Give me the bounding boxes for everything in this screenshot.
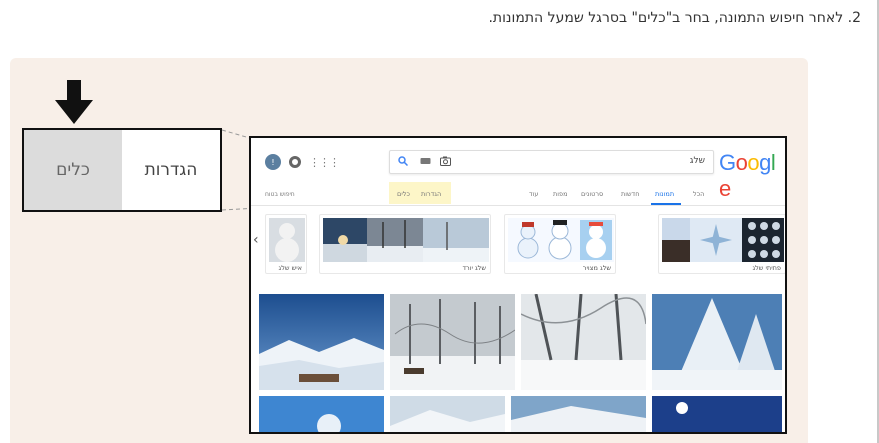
- apps-grid-icon[interactable]: ⋮⋮⋮: [309, 156, 340, 169]
- snowy-trees-image[interactable]: [521, 294, 646, 390]
- notifications-icon[interactable]: [289, 156, 301, 168]
- related-search-card[interactable]: פתיתי שלג: [658, 214, 785, 274]
- search-icon[interactable]: [398, 156, 408, 166]
- logo-letter: o: [735, 150, 748, 175]
- snowflakes-thumbnail: [662, 218, 784, 262]
- settings-button-zoomed[interactable]: הגדרות: [122, 130, 220, 210]
- related-label: איש שלג: [278, 264, 302, 272]
- active-tab-underline: [651, 203, 681, 205]
- down-arrow-icon: [55, 80, 93, 124]
- logo-letter: l: [770, 150, 776, 175]
- tab-videos[interactable]: סרטונים: [581, 190, 603, 198]
- tab-settings[interactable]: הגדרות: [421, 190, 441, 198]
- search-input[interactable]: שלג: [389, 150, 714, 174]
- tab-tools[interactable]: כלים: [397, 190, 410, 198]
- account-icons: ! ⋮⋮⋮: [265, 154, 340, 170]
- tab-more[interactable]: עוד: [529, 190, 538, 198]
- logo-letter: g: [759, 150, 771, 175]
- related-search-card[interactable]: שלג יורד: [319, 214, 491, 274]
- tab-all[interactable]: הכל: [693, 190, 704, 198]
- tab-images[interactable]: תמונות: [655, 190, 674, 198]
- snowy-hills-image[interactable]: [390, 396, 505, 434]
- logo-letter: G: [719, 150, 736, 175]
- safe-search-label[interactable]: חיפוש בטוח: [265, 191, 295, 198]
- sky-snow-image[interactable]: [259, 396, 384, 434]
- keyboard-icon[interactable]: [420, 156, 431, 166]
- cartoon-snowman-thumbnail: [508, 218, 614, 262]
- tab-news[interactable]: חדשות: [621, 190, 639, 198]
- camera-icon[interactable]: [440, 156, 451, 166]
- instruction-text: 2. לאחר חיפוש התמונה, בחר ב"כלים" בסרגל …: [488, 10, 861, 26]
- falling-snow-thumbnail: [323, 218, 489, 262]
- search-query-text: שלג: [689, 156, 705, 166]
- related-search-card[interactable]: איש שלג: [265, 214, 307, 274]
- logo-letter: o: [747, 150, 760, 175]
- tab-maps[interactable]: מפות: [553, 190, 568, 198]
- google-images-screenshot: Google שלג ! ⋮⋮⋮ הכל תמונות חדשות סרטוני…: [249, 136, 787, 434]
- tools-button-zoomed[interactable]: כלים: [24, 130, 122, 210]
- related-label: שלג יורד: [462, 264, 487, 272]
- night-snow-image[interactable]: [652, 396, 782, 434]
- snowy-pine-image[interactable]: [652, 294, 782, 390]
- account-avatar[interactable]: !: [265, 154, 281, 170]
- snow-ridge-image[interactable]: [511, 396, 646, 434]
- chevron-left-icon[interactable]: ‹: [253, 232, 259, 248]
- snowman-thumbnail: [269, 218, 305, 262]
- related-label: פתיתי שלג: [752, 264, 781, 272]
- related-label: שלג מצויר: [582, 264, 611, 272]
- toolbar-zoom-callout: כלים הגדרות: [22, 128, 222, 212]
- snowy-mountain-image[interactable]: [259, 294, 384, 390]
- snowy-forest-image[interactable]: [390, 294, 515, 390]
- search-tabs-bar: הכל תמונות חדשות סרטונים מפות עוד הגדרות…: [251, 186, 785, 206]
- related-search-card[interactable]: שלג מצויר: [504, 214, 616, 274]
